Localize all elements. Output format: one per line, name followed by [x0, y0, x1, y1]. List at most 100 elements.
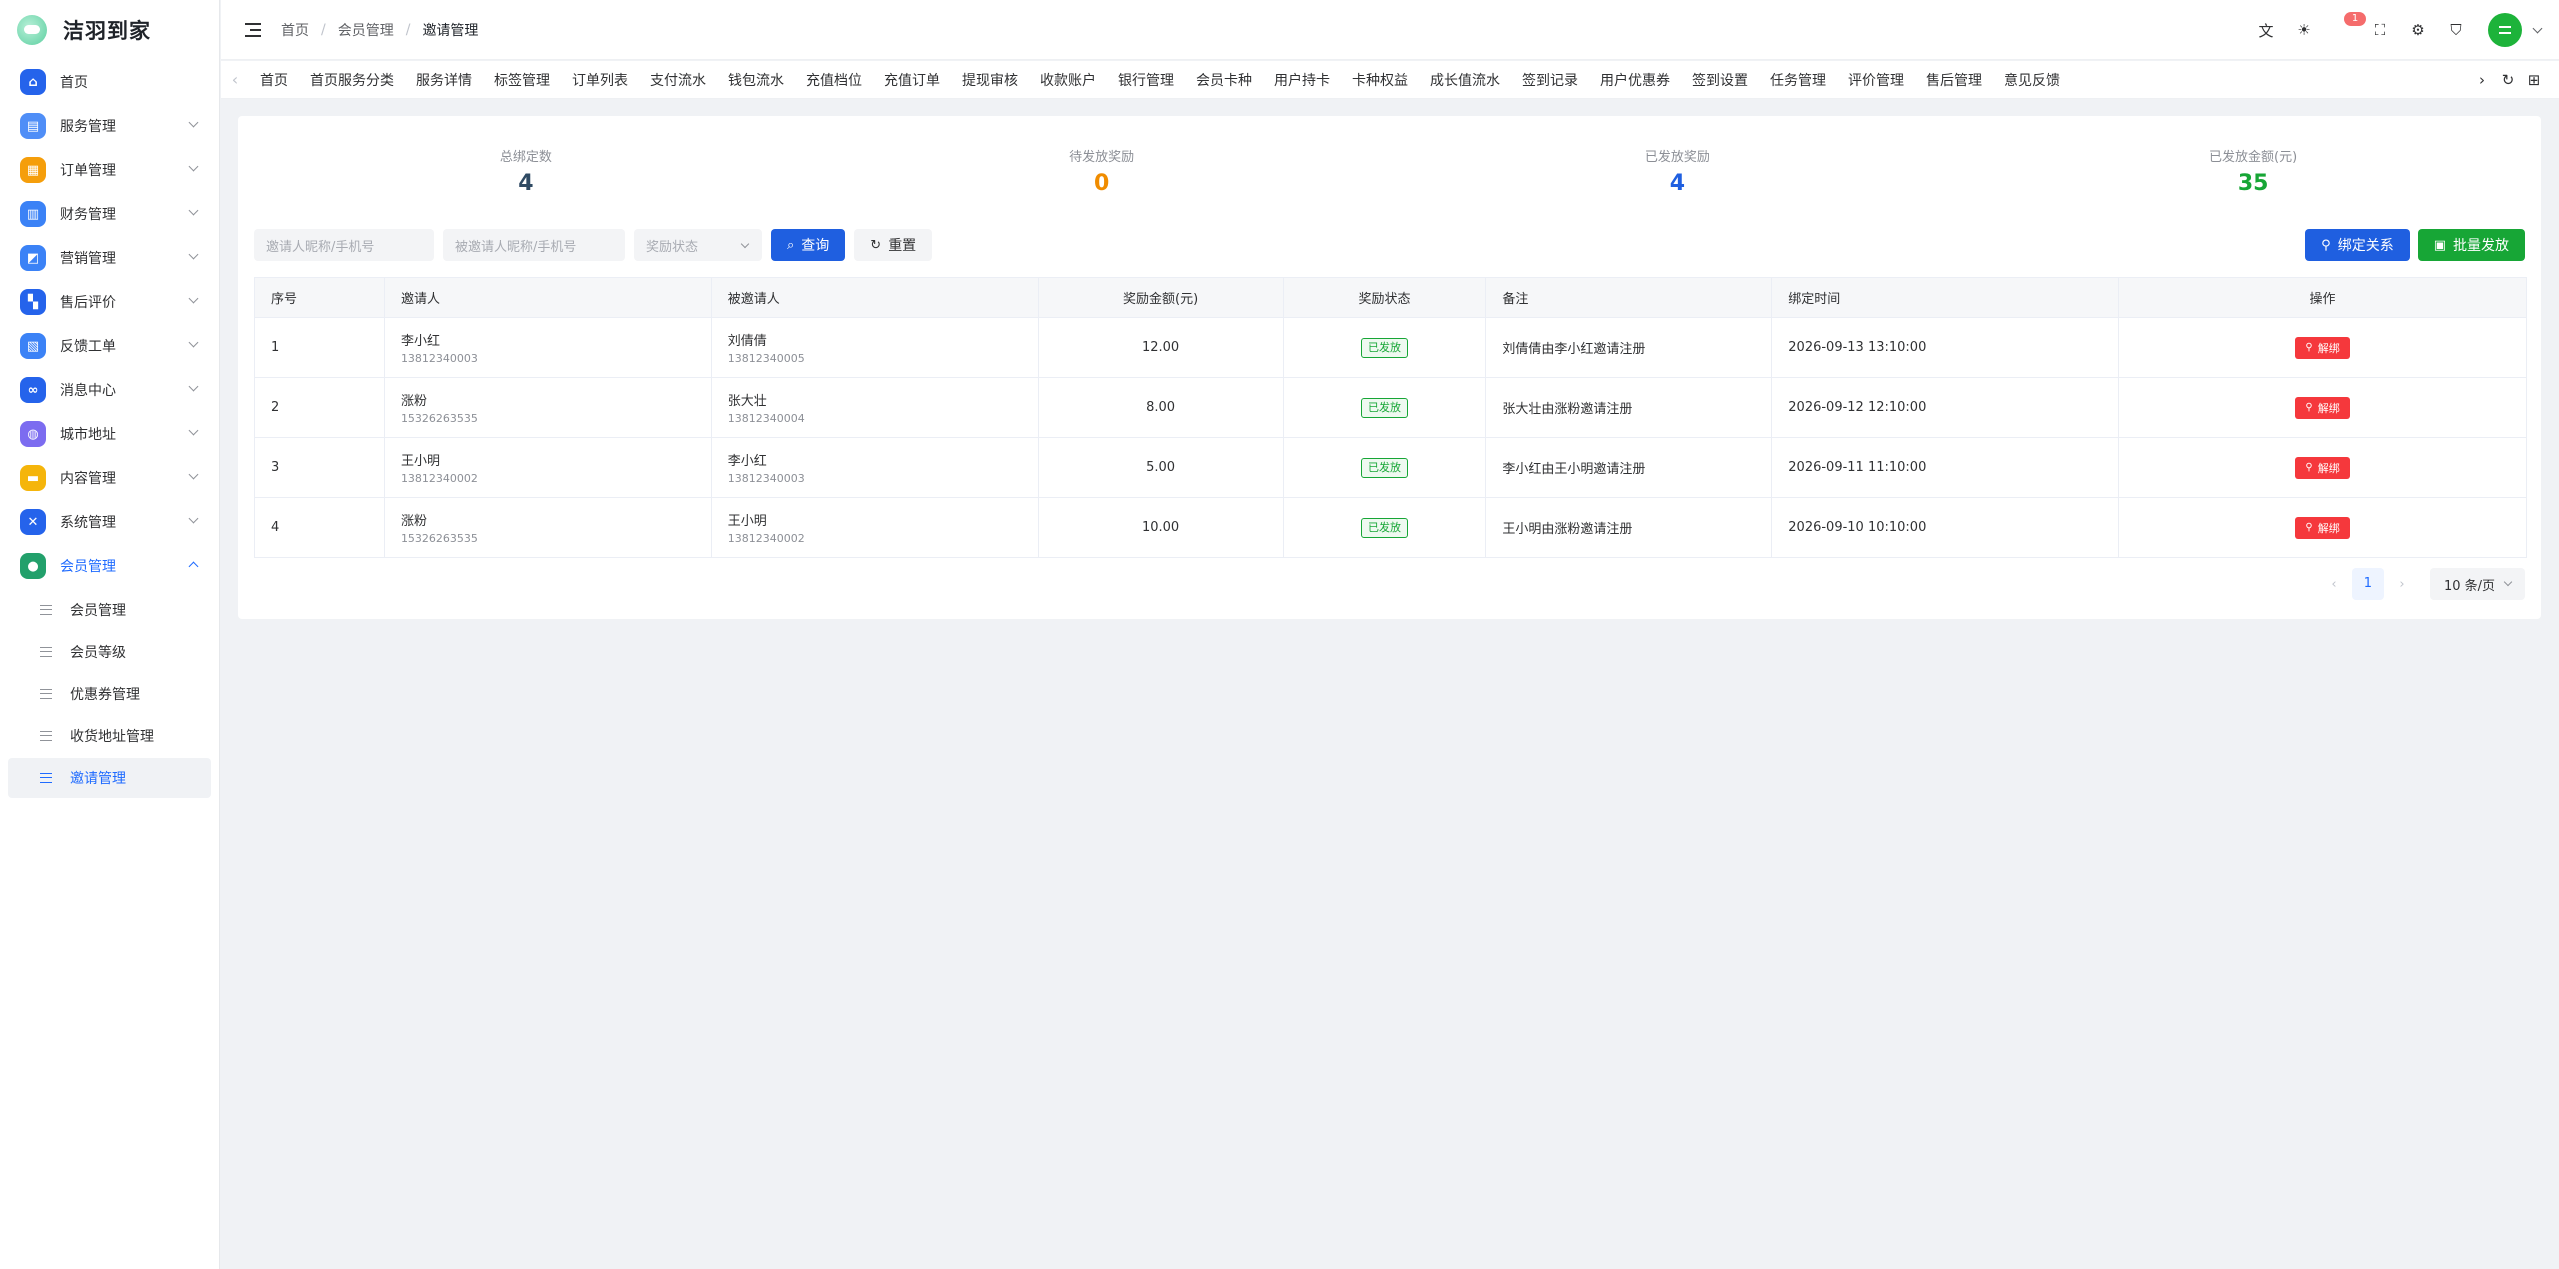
theme-sun-icon[interactable]: ☀: [2294, 20, 2314, 40]
tab-1[interactable]: 首页服务分类: [299, 70, 405, 90]
row-number: 2: [271, 400, 280, 415]
translate-icon[interactable]: 文: [2256, 20, 2276, 40]
list-lines-icon: [40, 647, 52, 657]
table-cell: 3: [254, 437, 385, 498]
sidebar-subitem-1[interactable]: 会员等级: [8, 632, 211, 672]
sidebar-subitem-0[interactable]: 会员管理: [8, 590, 211, 630]
tab-17[interactable]: 用户优惠券: [1589, 70, 1681, 90]
tab-2[interactable]: 服务详情: [405, 70, 483, 90]
sidebar-item-5[interactable]: ▚ 售后评价: [8, 280, 211, 324]
page-number-current[interactable]: 1: [2351, 568, 2384, 600]
inviter-phone: 15326263535: [400, 412, 478, 425]
grid-menu-icon[interactable]: ⊞: [2523, 71, 2545, 89]
tab-22[interactable]: 意见反馈: [1993, 70, 2071, 90]
shirt-icon[interactable]: ⛉: [2446, 20, 2466, 40]
invite-management-card: 总绑定数 4 待发放奖励 0 已发放奖励 4 已发放金额(元) 35 邀请人昵称/手机号 被邀…: [238, 116, 2541, 619]
tab-4[interactable]: 订单列表: [561, 70, 639, 90]
sidebar-item-9[interactable]: ▬ 内容管理: [8, 456, 211, 500]
calendar-icon: ▣: [2433, 237, 2446, 253]
sidebar-item-10[interactable]: ✕ 系统管理: [8, 500, 211, 544]
order-icon: ▦: [20, 157, 46, 183]
column-header: 邀请人: [384, 277, 712, 318]
unbind-button[interactable]: ⚲ 解绑: [2295, 396, 2350, 419]
tab-13[interactable]: 用户持卡: [1263, 70, 1341, 90]
tab-10[interactable]: 收款账户: [1029, 70, 1107, 90]
stats-row: 总绑定数 4 待发放奖励 0 已发放奖励 4 已发放金额(元) 35: [238, 146, 2541, 196]
sidebar-item-4[interactable]: ◩ 营销管理: [8, 236, 211, 280]
invitee-search-input[interactable]: 被邀请人昵称/手机号: [443, 229, 625, 261]
invitee-phone: 13812340003: [727, 472, 805, 485]
tab-11[interactable]: 银行管理: [1107, 70, 1185, 90]
unbind-button[interactable]: ⚲ 解绑: [2295, 516, 2350, 539]
sidebar-item-3[interactable]: ▥ 财务管理: [8, 192, 211, 236]
tab-20[interactable]: 评价管理: [1837, 70, 1915, 90]
tab-list: 首页 首页服务分类 服务详情 标签管理 订单列表 支付流水 钱包流水 充值档位 充值订单 提现审核…: [249, 70, 2467, 90]
sidebar-subitem-2[interactable]: 优惠券管理: [8, 674, 211, 714]
home-icon: ⌂: [20, 69, 46, 95]
table-cell: 李小红由王小明邀请注册: [1485, 437, 1773, 498]
batch-issue-button[interactable]: ▣ 批量发放: [2417, 229, 2525, 261]
breadcrumb-home[interactable]: 首页: [281, 20, 309, 40]
tab-6[interactable]: 钱包流水: [717, 70, 795, 90]
feedback-icon: ▧: [20, 333, 46, 359]
tab-19[interactable]: 任务管理: [1759, 70, 1837, 90]
sidebar-item-8[interactable]: ◍ 城市地址: [8, 412, 211, 456]
query-button[interactable]: ⌕ 查询: [771, 229, 846, 261]
bind-relation-button[interactable]: ⚲ 绑定关系: [2305, 229, 2410, 261]
sidebar-item-6[interactable]: ▧ 反馈工单: [8, 324, 211, 368]
tab-12[interactable]: 会员卡种: [1185, 70, 1263, 90]
tab-9[interactable]: 提现审核: [951, 70, 1029, 90]
refresh-icon: ↻: [870, 237, 882, 253]
stat-3: 已发放金额(元) 35: [1965, 146, 2541, 196]
sidebar-item-11[interactable]: ● 会员管理: [8, 544, 211, 588]
settings-gear-icon[interactable]: ⚙: [2408, 20, 2428, 40]
app-name: 洁羽到家: [63, 19, 151, 43]
fullscreen-icon[interactable]: ⛶: [2370, 20, 2390, 40]
prev-page-icon[interactable]: ‹: [2322, 577, 2346, 592]
tabs-scroll-left-icon[interactable]: ‹: [221, 70, 249, 89]
sidebar-subitem-4[interactable]: 邀请管理: [8, 758, 211, 798]
next-page-icon[interactable]: ›: [2390, 577, 2414, 592]
table-body: 1 李小红 13812340003 刘倩倩 13812340005 12.00 已发放 刘倩倩…: [254, 317, 2527, 558]
table-cell: ⚲ 解绑: [2118, 317, 2527, 378]
tab-8[interactable]: 充值订单: [873, 70, 951, 90]
unbind-button[interactable]: ⚲ 解绑: [2295, 456, 2350, 479]
chevron-down-icon: [188, 293, 199, 304]
table-cell: 已发放: [1283, 437, 1487, 498]
unbind-button[interactable]: ⚲ 解绑: [2295, 336, 2350, 359]
inviter-search-input[interactable]: 邀请人昵称/手机号: [254, 229, 434, 261]
chevron-down-icon[interactable]: [2532, 23, 2543, 33]
invitee-phone: 13812340002: [727, 532, 805, 545]
notification-icon[interactable]: 1: [2332, 12, 2366, 40]
tab-7[interactable]: 充值档位: [795, 70, 873, 90]
table-cell: 张大壮由涨粉邀请注册: [1485, 377, 1773, 438]
sidebar-item-7[interactable]: ∞ 消息中心: [8, 368, 211, 412]
tab-16[interactable]: 签到记录: [1511, 70, 1589, 90]
tab-3[interactable]: 标签管理: [483, 70, 561, 90]
sidebar-item-0[interactable]: ⌂ 首页: [8, 60, 211, 104]
tab-14[interactable]: 卡种权益: [1341, 70, 1419, 90]
page-size-select[interactable]: 10 条/页: [2429, 568, 2525, 600]
tabs-scroll-right-icon[interactable]: ›: [2471, 71, 2493, 89]
reset-button[interactable]: ↻ 重置: [854, 229, 933, 261]
user-avatar[interactable]: [2488, 13, 2522, 47]
breadcrumb-member[interactable]: 会员管理: [338, 20, 394, 40]
link-icon: ⚲: [2305, 402, 2313, 413]
tab-21[interactable]: 售后管理: [1915, 70, 1993, 90]
tab-18[interactable]: 签到设置: [1681, 70, 1759, 90]
menu-fold-icon[interactable]: [245, 22, 261, 37]
sidebar-item-label: 售后评价: [60, 295, 116, 311]
sidebar-item-1[interactable]: ▤ 服务管理: [8, 104, 211, 148]
tab-0[interactable]: 首页: [249, 70, 299, 90]
chart-icon: ◩: [20, 245, 46, 271]
sidebar-subitem-3[interactable]: 收货地址管理: [8, 716, 211, 756]
reward-amount: 5.00: [1146, 460, 1176, 475]
reward-status-select[interactable]: 奖励状态: [634, 229, 762, 261]
tab-15[interactable]: 成长值流水: [1419, 70, 1511, 90]
sidebar-item-2[interactable]: ▦ 订单管理: [8, 148, 211, 192]
unbind-button-label: 解绑: [2317, 461, 2340, 475]
table-cell: 刘倩倩 13812340005: [711, 317, 1039, 378]
chevron-down-icon: [188, 425, 199, 436]
tab-5[interactable]: 支付流水: [639, 70, 717, 90]
refresh-icon[interactable]: ↻: [2497, 71, 2519, 89]
